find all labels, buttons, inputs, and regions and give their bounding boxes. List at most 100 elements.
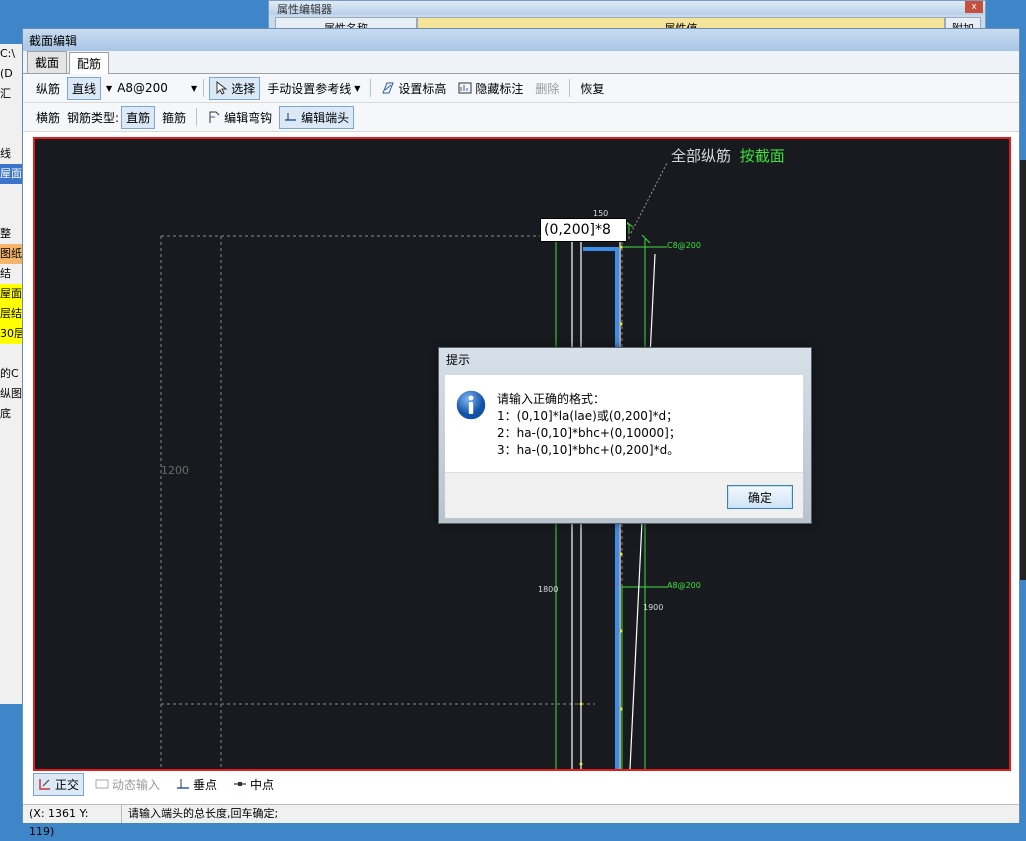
dim-150: 150 bbox=[593, 209, 609, 218]
left-item: 屋面 bbox=[0, 164, 22, 184]
dialog-line: 1：(0,10]*la(lae)或(0,200]*d； bbox=[497, 409, 679, 423]
perpendicular-button[interactable]: 垂点 bbox=[171, 773, 222, 796]
elevation-icon bbox=[382, 82, 395, 94]
edit-end-button[interactable]: 编辑端头 bbox=[279, 105, 355, 129]
edit-end-label: 编辑端头 bbox=[301, 110, 350, 125]
spec-value: A8@200 bbox=[117, 81, 168, 95]
left-item: 的C bbox=[0, 367, 19, 380]
separator bbox=[203, 79, 205, 97]
left-item bbox=[0, 184, 22, 204]
spec-select[interactable]: A8@200 ▼ bbox=[114, 80, 198, 96]
hide-annotation-label: 隐藏标注 bbox=[475, 81, 524, 96]
left-item: 线 bbox=[0, 147, 11, 160]
dialog-footer: 确定 bbox=[445, 472, 803, 518]
length-input[interactable]: (0,200]*8 bbox=[540, 218, 627, 242]
prop-editor-close-button[interactable]: x bbox=[965, 1, 983, 13]
left-item: 整 bbox=[0, 227, 11, 240]
ortho-button[interactable]: 正交 bbox=[33, 772, 85, 796]
left-item: C:\ bbox=[0, 47, 16, 60]
chevron-down-icon: ▼ bbox=[354, 83, 361, 93]
separator bbox=[569, 79, 571, 97]
hook-icon bbox=[209, 111, 220, 123]
tab-section[interactable]: 截面 bbox=[27, 51, 68, 73]
all-longitudinal-label: 全部纵筋 按截面 bbox=[671, 145, 785, 166]
left-item: (D bbox=[0, 67, 13, 80]
length-input-value: (0,200]*8 bbox=[544, 222, 611, 238]
left-item: 结 bbox=[0, 267, 11, 280]
restore-label: 恢复 bbox=[580, 81, 605, 96]
left-item: 图纸 bbox=[0, 244, 22, 264]
select-button[interactable]: 选择 bbox=[209, 76, 261, 100]
transverse-label: 横筋 bbox=[36, 110, 61, 125]
cursor-icon bbox=[216, 81, 228, 95]
straight-rebar-button[interactable]: 直筋 bbox=[121, 105, 156, 129]
ortho-icon bbox=[39, 779, 50, 790]
dialog-line: 3：ha-(0,10]*bhc+(0,200]*d。 bbox=[497, 443, 680, 457]
restore-button[interactable]: 恢复 bbox=[575, 77, 609, 100]
manual-ref-label: 手动设置参考线 bbox=[267, 81, 352, 96]
end-icon bbox=[285, 113, 297, 121]
dynamic-input-icon bbox=[95, 779, 109, 789]
manual-ref-button[interactable]: 手动设置参考线 ▼ bbox=[262, 77, 365, 100]
perpendicular-label: 垂点 bbox=[193, 777, 218, 792]
tab-bar: 截面 配筋 bbox=[23, 51, 1019, 74]
left-item bbox=[0, 124, 22, 144]
rebar-type-label: 钢筋类型: bbox=[67, 110, 120, 125]
set-elevation-label: 设置标高 bbox=[398, 81, 447, 96]
set-elevation-button[interactable]: 设置标高 bbox=[376, 77, 451, 100]
annotation-icon bbox=[458, 82, 472, 94]
midpoint-icon bbox=[234, 782, 247, 786]
info-icon bbox=[455, 389, 487, 421]
line-type-button[interactable]: 直线 bbox=[67, 76, 102, 100]
left-item bbox=[0, 104, 22, 124]
perpendicular-icon bbox=[177, 779, 190, 789]
midpoint-button[interactable]: 中点 bbox=[228, 773, 279, 796]
left-item bbox=[0, 344, 22, 364]
all-long-text: 全部纵筋 bbox=[671, 147, 732, 165]
status-bar: (X: 1361 Y: 119) 请输入端头的总长度,回车确定; bbox=[23, 804, 1019, 838]
hint-dialog: 提示 请输入正确的格式： 1：(0,10]*la(lae)或(0,200]*d；… bbox=[438, 347, 812, 524]
snap-toolbar: 正交 动态输入 垂点 中点 bbox=[33, 771, 1009, 797]
cursor-coordinates: (X: 1361 Y: 119) bbox=[23, 805, 122, 838]
left-item: 汇 bbox=[0, 87, 11, 100]
dim-1800: 1800 bbox=[538, 585, 559, 594]
ok-button[interactable]: 确定 bbox=[727, 485, 793, 509]
toolbar-transverse: 横筋 钢筋类型: 直筋 箍筋 编辑弯钩 编辑端头 bbox=[23, 103, 1019, 132]
prop-editor-title: 属性编辑器 bbox=[269, 1, 985, 16]
hide-annotation-button[interactable]: 隐藏标注 bbox=[453, 77, 528, 100]
separator bbox=[196, 108, 198, 126]
left-item: 纵图 bbox=[0, 387, 22, 400]
line-type-dropdown-icon[interactable]: ▼ bbox=[106, 84, 112, 93]
dim-a8-200: A8@200 bbox=[667, 581, 701, 590]
status-message: 请输入端头的总长度,回车确定; bbox=[128, 807, 279, 820]
toolbar-longitudinal: 纵筋 直线 ▼ A8@200 ▼ 选择 手动设置参考线 ▼ 设置标高 隐藏标注 删除… bbox=[23, 74, 1019, 103]
left-item: 30层 bbox=[0, 324, 22, 344]
dim-1900: 1900 bbox=[643, 603, 664, 612]
ortho-label: 正交 bbox=[55, 777, 80, 792]
dialog-line: 2：ha-(0,10]*bhc+(0,10000]； bbox=[497, 426, 681, 440]
stirrup-button[interactable]: 箍筋 bbox=[157, 106, 191, 129]
straight-label: 直筋 bbox=[126, 110, 151, 125]
background-left-panel: C:\ (D 汇 线 屋面 整 图纸 结 屋面 层结 30层 的C 纵图 底 bbox=[0, 44, 23, 704]
delete-label: 删除 bbox=[535, 81, 560, 96]
line-type-label: 直线 bbox=[72, 81, 97, 96]
window-titlebar: 截面编辑 bbox=[23, 29, 1019, 51]
midpoint-label: 中点 bbox=[250, 777, 275, 792]
dialog-line: 请输入正确的格式： bbox=[497, 392, 606, 406]
select-label: 选择 bbox=[231, 81, 256, 96]
stirrup-label: 箍筋 bbox=[162, 110, 187, 125]
delete-button[interactable]: 删除 bbox=[530, 77, 564, 100]
left-item: 屋面 bbox=[0, 284, 22, 304]
tab-reinforcement[interactable]: 配筋 bbox=[69, 52, 110, 74]
separator bbox=[370, 79, 372, 97]
dynamic-input-button[interactable]: 动态输入 bbox=[90, 773, 165, 796]
left-item bbox=[0, 204, 22, 224]
dim-c8-200: C8@200 bbox=[667, 241, 701, 250]
dialog-title: 提示 bbox=[446, 353, 471, 367]
dynamic-input-label: 动态输入 bbox=[112, 777, 161, 792]
chevron-down-icon: ▼ bbox=[190, 83, 198, 93]
longitudinal-label: 纵筋 bbox=[36, 81, 61, 96]
by-section-link[interactable]: 按截面 bbox=[740, 147, 785, 165]
edit-hook-button[interactable]: 编辑弯钩 bbox=[202, 106, 277, 129]
window-title: 截面编辑 bbox=[29, 33, 78, 48]
